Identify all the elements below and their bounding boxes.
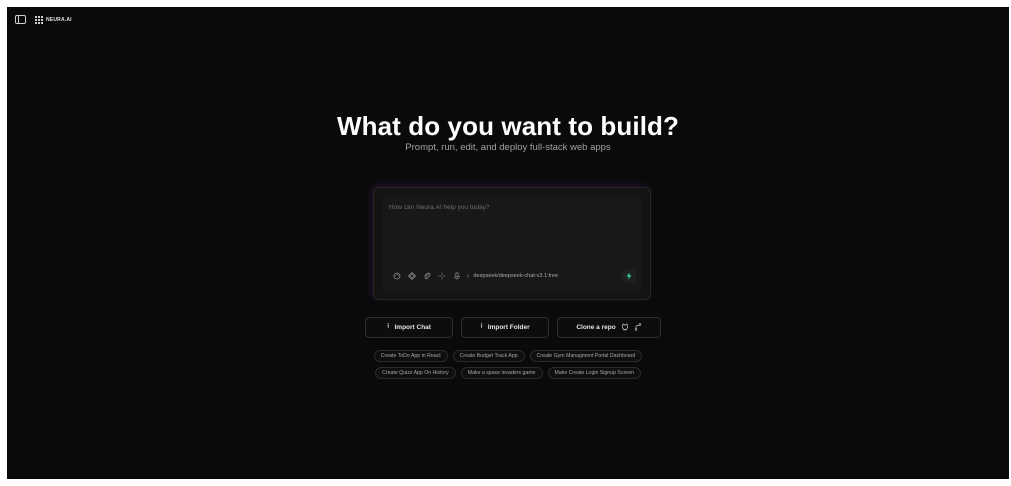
- prompt-input[interactable]: [389, 204, 639, 264]
- clone-repo-label: Clone a repo: [576, 324, 616, 331]
- suggestion-chip[interactable]: Create Budget Track App: [452, 350, 525, 362]
- prompt-toolbar: › deepseek/deepseek-chat-v3.1:free: [390, 269, 636, 283]
- neura-logo-icon: [35, 15, 43, 24]
- page-title: What do you want to build?: [337, 111, 679, 141]
- prompt-inner: › deepseek/deepseek-chat-v3.1:free: [382, 196, 642, 291]
- action-buttons: ⭱ Import Chat ⭱ Import Folder Clone a re…: [365, 317, 661, 338]
- paperclip-icon[interactable]: [420, 270, 433, 283]
- chevron-right-icon: ›: [467, 272, 470, 280]
- top-bar: NEURA.AI: [15, 15, 72, 24]
- suggestion-row: Create Quizz App On History Make a space…: [375, 367, 641, 379]
- suggestion-chip[interactable]: Make a space invaders game: [460, 367, 543, 379]
- suggestion-chip[interactable]: Make Create Login Signup Screen: [547, 367, 641, 379]
- git-icon: [621, 323, 629, 333]
- figma-icon[interactable]: [405, 270, 418, 283]
- import-chat-button[interactable]: ⭱ Import Chat: [365, 317, 453, 338]
- prompt-box: › deepseek/deepseek-chat-v3.1:free: [373, 187, 651, 300]
- microphone-icon[interactable]: [450, 270, 463, 283]
- logo[interactable]: NEURA.AI: [35, 15, 72, 24]
- model-name: deepseek/deepseek-chat-v3.1:free: [473, 273, 559, 279]
- suggestions: Create ToDo App in React Create Budget T…: [7, 350, 1009, 379]
- upload-icon: ⭱: [480, 323, 483, 330]
- branch-icon: [634, 322, 642, 333]
- send-button[interactable]: [622, 269, 636, 283]
- model-selector[interactable]: › deepseek/deepseek-chat-v3.1:free: [467, 273, 558, 280]
- clone-repo-button[interactable]: Clone a repo: [557, 317, 661, 338]
- app-window: NEURA.AI What do you want to build? Prom…: [7, 7, 1009, 479]
- suggestion-chip[interactable]: Create ToDo App in React: [373, 350, 448, 362]
- sparkle-icon[interactable]: [435, 270, 448, 283]
- import-folder-label: Import Folder: [487, 324, 530, 331]
- upload-icon: ⭱: [387, 323, 390, 330]
- suggestion-chip[interactable]: Create Quizz App On History: [375, 367, 456, 379]
- logo-text: NEURA.AI: [46, 16, 72, 23]
- lightning-icon: [626, 272, 632, 280]
- suggestion-row: Create ToDo App in React Create Budget T…: [373, 350, 643, 362]
- suggestion-chip[interactable]: Create Gym Managment Portal Dashboard: [529, 350, 643, 362]
- import-folder-button[interactable]: ⭱ Import Folder: [461, 317, 549, 338]
- sidebar-toggle-icon[interactable]: [15, 15, 26, 24]
- import-chat-label: Import Chat: [394, 324, 431, 331]
- page-subtitle: Prompt, run, edit, and deploy full-stack…: [405, 142, 611, 153]
- palette-icon[interactable]: [390, 270, 403, 283]
